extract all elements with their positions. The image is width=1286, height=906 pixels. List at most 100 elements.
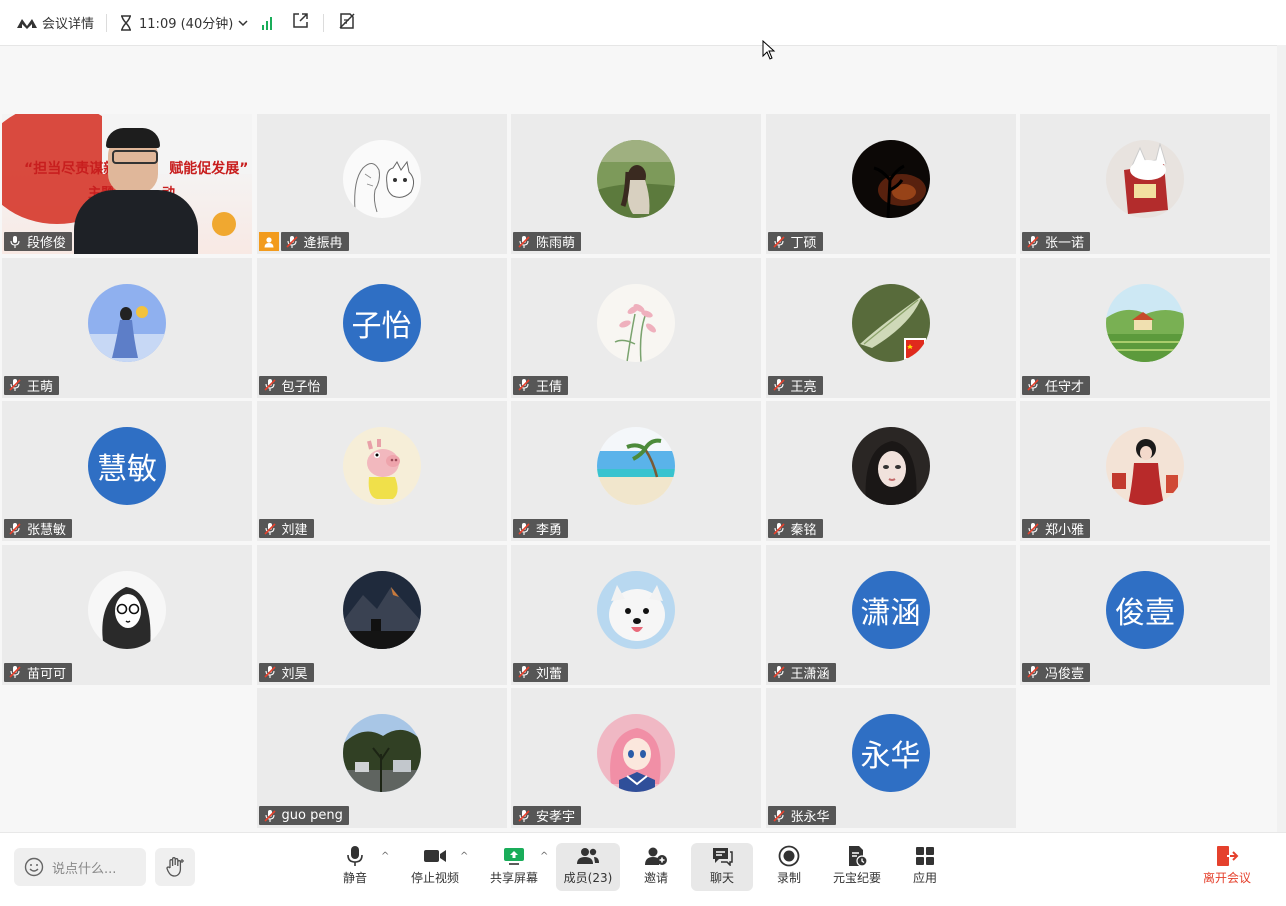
microphone-muted-icon: [772, 809, 785, 822]
participant-tile[interactable]: 安孝宇: [511, 688, 761, 828]
record-button[interactable]: 录制: [774, 843, 804, 893]
chevron-down-icon: [238, 19, 248, 26]
participant-name: 苗可可: [27, 666, 67, 682]
share-screen-button[interactable]: 共享屏幕: [487, 843, 541, 893]
participant-tile[interactable]: 任守才: [1020, 257, 1270, 398]
participant-avatar: [851, 283, 930, 362]
participant-nametag: 刘蕾: [513, 662, 569, 682]
participant-name: 张慧敏: [27, 523, 67, 538]
participant-nametag: 段修俊: [4, 232, 73, 251]
participant-tile[interactable]: 刘昊: [256, 544, 507, 685]
participant-tile[interactable]: 郑小雅: [1020, 401, 1270, 541]
participant-avatar: 子怡: [342, 283, 421, 362]
video-options-caret[interactable]: ^: [460, 851, 468, 862]
avatar-initials: 俊壹: [1115, 595, 1175, 631]
signal-icon[interactable]: [262, 16, 273, 30]
microphone-muted-icon: [9, 379, 21, 391]
participant-name: 任守才: [1045, 379, 1085, 395]
chat-button[interactable]: 聊天: [691, 843, 753, 891]
emoji-icon[interactable]: [24, 857, 44, 877]
chat-icon: [713, 848, 733, 866]
participant-nametag: 刘昊: [258, 662, 314, 682]
bottom-toolbar: 说点什么... 静音 ^ 停止视频 ^ 共享屏幕 ^ 成员(23) 邀请 聊天 …: [0, 832, 1286, 906]
participant-tile[interactable]: “担当尽责谋新赋能促发展”主题动段修俊: [2, 114, 252, 254]
raise-hand-button[interactable]: [155, 848, 195, 886]
participant-nametag: 王倩: [513, 375, 569, 395]
meeting-details-button[interactable]: 会议详情: [16, 13, 94, 32]
participant-tile[interactable]: 子怡包子怡: [256, 257, 507, 398]
participant-tile[interactable]: 永华张永华: [765, 688, 1016, 828]
participant-tile[interactable]: 刘建: [256, 401, 507, 541]
participant-nametag: 张一诺: [1022, 232, 1091, 251]
participant-nametag: 郑小雅: [1022, 519, 1091, 538]
participant-tile[interactable]: 逄振冉: [256, 114, 507, 254]
participant-nametag: 包子怡: [258, 375, 327, 395]
participant-name: 王萌: [27, 379, 54, 395]
popout-icon[interactable]: [292, 12, 309, 33]
participant-name: 张永华: [790, 810, 830, 825]
microphone-muted-icon: [263, 666, 276, 678]
stop-video-label: 停止视频: [410, 871, 459, 885]
mute-label: 静音: [342, 871, 367, 885]
chat-placeholder: 说点什么...: [52, 861, 117, 877]
participant-name: 陈雨萌: [536, 236, 576, 251]
microphone-muted-icon: [9, 666, 21, 678]
record-icon: [778, 845, 800, 867]
microphone-muted-icon: [518, 666, 530, 678]
microphone-muted-icon: [285, 235, 298, 248]
avatar-initials: 永华: [860, 739, 921, 774]
scrollbar[interactable]: [1277, 45, 1286, 832]
participant-nametag: 陈雨萌: [513, 232, 582, 251]
mute-options-caret[interactable]: ^: [381, 851, 389, 862]
microphone-muted-icon: [263, 809, 276, 822]
participant-tile[interactable]: 王倩: [511, 257, 761, 398]
quick-chat-input[interactable]: 说点什么...: [14, 848, 146, 886]
members-label: 成员(23): [563, 871, 613, 885]
participant-avatar: 慧敏: [88, 427, 166, 505]
participant-tile[interactable]: 王萌: [2, 257, 252, 398]
participant-tile[interactable]: 李勇: [511, 401, 761, 541]
divider: [106, 13, 108, 32]
participant-avatar: [597, 283, 675, 362]
participant-tile[interactable]: 慧敏张慧敏: [2, 401, 252, 541]
video-banner-text: “担当尽责谋新: [24, 161, 118, 177]
participant-tile[interactable]: 秦铭: [765, 401, 1016, 541]
participant-name: 逄振冉: [303, 236, 343, 251]
participant-nametag: 丁硕: [767, 232, 823, 251]
invite-button[interactable]: 邀请: [641, 843, 671, 893]
participant-tile[interactable]: 陈雨萌: [511, 114, 761, 254]
participant-avatar: [597, 570, 675, 649]
participant-avatar: [851, 427, 930, 505]
no-record-icon[interactable]: [338, 12, 356, 34]
participant-tile[interactable]: 刘蕾: [511, 544, 761, 685]
participant-nametag: 冯俊壹: [1022, 662, 1091, 682]
apps-button[interactable]: 应用: [910, 843, 940, 893]
stop-video-button[interactable]: 停止视频: [408, 843, 462, 893]
participant-nametag: 任守才: [1022, 375, 1091, 395]
participant-tile[interactable]: 苗可可: [2, 544, 252, 685]
participant-name: 郑小雅: [1045, 523, 1085, 538]
participant-nametag: 刘建: [258, 519, 314, 538]
mute-button[interactable]: 静音: [338, 843, 372, 893]
yuanbao-minutes-button[interactable]: 元宝纪要: [830, 843, 884, 893]
minutes-icon: [849, 846, 868, 867]
participant-tile[interactable]: 俊壹冯俊壹: [1020, 544, 1270, 685]
participant-name: 包子怡: [281, 379, 321, 395]
participant-name: 刘建: [281, 523, 308, 538]
participant-tile[interactable]: 张一诺: [1020, 114, 1270, 254]
participant-tile[interactable]: guo peng: [256, 688, 507, 828]
participant-avatar: [1106, 283, 1184, 362]
participant-name: 王亮: [790, 379, 817, 395]
share-screen-icon: [504, 848, 524, 865]
share-options-caret[interactable]: ^: [540, 851, 548, 862]
microphone-muted-icon: [772, 522, 785, 535]
participant-tile[interactable]: 王亮: [765, 257, 1016, 398]
chat-label: 聊天: [709, 871, 734, 885]
participant-tile[interactable]: 丁硕: [765, 114, 1016, 254]
leave-meeting-button[interactable]: 离开会议: [1200, 843, 1254, 893]
members-button[interactable]: 成员(23): [556, 843, 620, 891]
participant-tile[interactable]: 潇涵 王潇涵: [765, 544, 1016, 685]
microphone-muted-icon: [518, 379, 530, 391]
meeting-timer[interactable]: 11:09 (40分钟): [119, 13, 248, 32]
apps-label: 应用: [912, 871, 937, 885]
